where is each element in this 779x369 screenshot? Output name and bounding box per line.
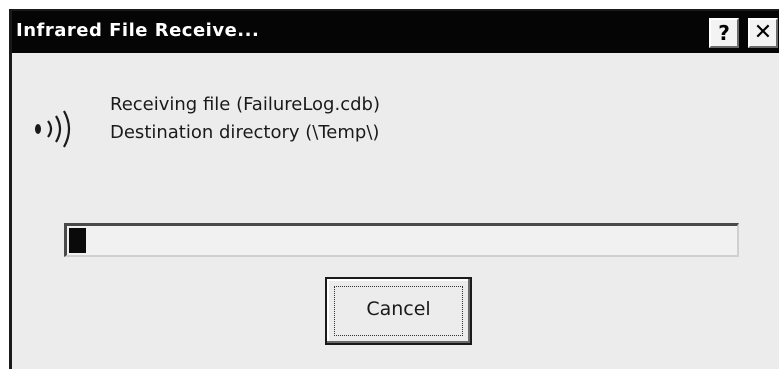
window-title: Infrared File Receive... <box>16 20 260 41</box>
receiving-file-text: Receiving file (FailureLog.cdb) <box>110 94 380 115</box>
transfer-message: Receiving file (FailureLog.cdb) Destinat… <box>110 91 380 147</box>
dialog-window: Infrared File Receive... ? ✕ Receiving f… <box>9 9 779 369</box>
cancel-button-label: Cancel <box>366 298 431 320</box>
help-button[interactable]: ? <box>709 18 739 48</box>
title-bar[interactable]: Infrared File Receive... ? ✕ <box>12 11 779 53</box>
cancel-button[interactable]: Cancel <box>325 277 472 345</box>
progress-fill <box>69 228 86 253</box>
close-button[interactable]: ✕ <box>748 18 778 48</box>
infrared-signal-icon <box>35 110 71 148</box>
destination-directory-text: Destination directory (\Temp\) <box>110 122 380 143</box>
progress-bar <box>64 223 739 257</box>
